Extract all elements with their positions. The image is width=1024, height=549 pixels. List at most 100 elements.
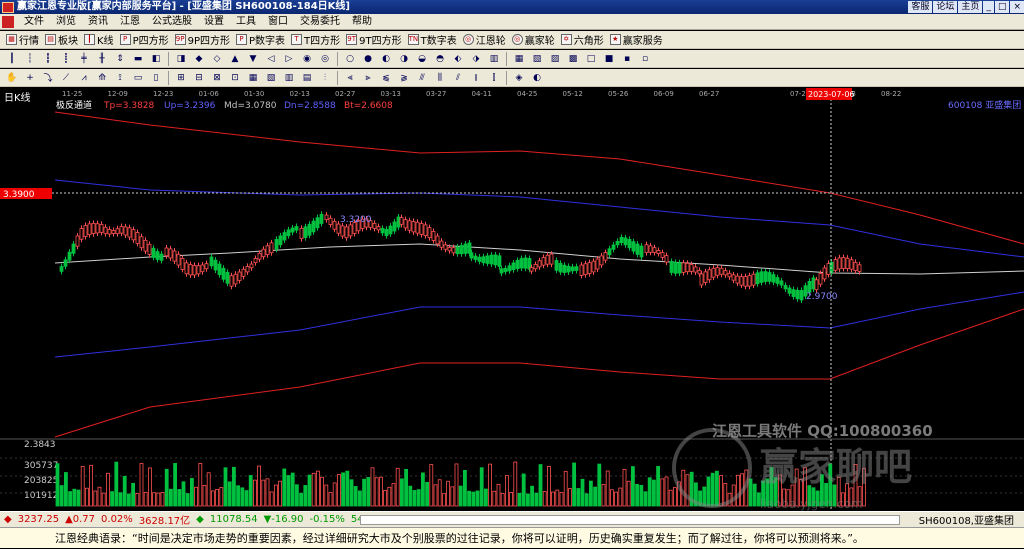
maximize-button[interactable]: □ [994,1,1010,13]
draw-tool-12-icon[interactable]: ◇ [210,52,224,66]
candle-body [180,258,185,270]
line-tool-21-icon[interactable]: ⫹ [379,71,393,85]
draw-tool-21-icon[interactable]: ◐ [379,52,393,66]
line-tool-11-icon[interactable]: ⊟ [192,71,206,85]
line-tool-20-icon[interactable]: ⫸ [361,71,375,85]
line-tool-4-icon[interactable]: ⟋ [59,71,73,85]
toolbar-p-square-button[interactable]: P P四方形 [117,32,172,48]
draw-tool-3-icon[interactable]: ┇ [41,52,55,66]
draw-tool-18-icon[interactable]: ◎ [318,52,332,66]
draw-tool-23-icon[interactable]: ◒ [415,52,429,66]
line-tool-28-icon[interactable]: ◈ [512,71,526,85]
line-tool-8-icon[interactable]: ▭ [131,71,145,85]
forum-button[interactable]: 论坛 [933,1,958,13]
line-tool-19-icon[interactable]: ⫷ [343,71,357,85]
candle-body [747,275,752,287]
draw-tool-31-icon[interactable]: ▩ [566,52,580,66]
minimize-button[interactable]: _ [983,1,994,13]
toolbar-winner-wheel-button[interactable]: ◎ 赢家轮 [509,32,558,48]
kline-chart[interactable]: 11-25 12-09 12-23 01-06 01-30 02-13 02-27 03-13… [0,87,1024,511]
line-tool-5-icon[interactable]: ⩘ [77,71,91,85]
toolbar-p-number-button[interactable]: P P数字表 [233,32,288,48]
menu-tools[interactable]: 工具 [230,14,262,30]
line-tool-26-icon[interactable]: ⫾ [469,71,483,85]
draw-tool-5-icon[interactable]: ╪ [77,52,91,66]
menu-settings[interactable]: 设置 [198,14,230,30]
line-tool-9-icon[interactable]: ▯ [149,71,163,85]
draw-tool-6-icon[interactable]: ╫ [95,52,109,66]
draw-tool-11-icon[interactable]: ◆ [192,52,206,66]
menu-info[interactable]: 资讯 [82,14,114,30]
draw-tool-10-icon[interactable]: ◨ [174,52,188,66]
toolbar-9p-square-button[interactable]: 9P 9P四方形 [172,32,233,48]
line-tool-17-icon[interactable]: ▤ [300,71,314,85]
draw-tool-16-icon[interactable]: ▷ [282,52,296,66]
draw-tool-13-icon[interactable]: ▲ [228,52,242,66]
draw-tool-29-icon[interactable]: ▧ [530,52,544,66]
line-tool-7-icon[interactable]: ⟟ [113,71,127,85]
toolbar-kline-button[interactable]: ┃ K线 [81,32,117,48]
draw-tool-22-icon[interactable]: ◑ [397,52,411,66]
line-tool-10-icon[interactable]: ⊞ [174,71,188,85]
line-tool-23-icon[interactable]: ⫻ [415,71,429,85]
draw-tool-19-icon[interactable]: ○ [343,52,357,66]
line-tool-15-icon[interactable]: ▧ [264,71,278,85]
draw-tool-27-icon[interactable]: ▥ [487,52,501,66]
draw-tool-26-icon[interactable]: ⬗ [469,52,483,66]
line-tool-18-icon[interactable]: ⫶ [318,71,332,85]
home-button[interactable]: 主页 [958,1,983,13]
line-tool-27-icon[interactable]: ⫿ [487,71,501,85]
line-tool-29-icon[interactable]: ◐ [530,71,544,85]
menu-gann[interactable]: 江恩 [114,14,146,30]
volume-bar [227,481,232,507]
line-tool-1-icon[interactable]: ✋ [5,71,19,85]
toolbar-hexagon-button[interactable]: ✡ 六角形 [558,32,607,48]
draw-tool-35-icon[interactable]: ▫ [638,52,652,66]
line-tool-14-icon[interactable]: ▦ [246,71,260,85]
draw-tool-25-icon[interactable]: ⬖ [451,52,465,66]
line-tool-13-icon[interactable]: ⊡ [228,71,242,85]
draw-tool-30-icon[interactable]: ▨ [548,52,562,66]
draw-tool-7-icon[interactable]: ⇕ [113,52,127,66]
menu-browse[interactable]: 浏览 [50,14,82,30]
draw-tool-4-icon[interactable]: ┋ [59,52,73,66]
draw-tool-24-icon[interactable]: ◓ [433,52,447,66]
line-tool-12-icon[interactable]: ⊠ [210,71,224,85]
toolbar-t-square-button[interactable]: T T四方形 [288,32,343,48]
draw-tool-32-icon[interactable]: □ [584,52,598,66]
toolbar-board-button[interactable]: ▤ 板块 [42,32,81,48]
line-tool-16-icon[interactable]: ▥ [282,71,296,85]
draw-tool-1-icon[interactable]: ┃ [5,52,19,66]
line-tool-6-icon[interactable]: ⟰ [95,71,109,85]
menu-window[interactable]: 窗口 [262,14,294,30]
line-tool-22-icon[interactable]: ⫺ [397,71,411,85]
menu-help[interactable]: 帮助 [346,14,378,30]
draw-tool-34-icon[interactable]: ▪ [620,52,634,66]
line-tool-2-icon[interactable]: + [23,71,37,85]
line-tool-24-icon[interactable]: ⫼ [433,71,447,85]
draw-tool-28-icon[interactable]: ▦ [512,52,526,66]
menu-formula[interactable]: 公式选股 [146,14,198,30]
toolbar-t-number-button[interactable]: TN T数字表 [405,32,460,48]
draw-tool-9-icon[interactable]: ◧ [149,52,163,66]
close-button[interactable]: × [1010,1,1024,13]
draw-tool-14-icon[interactable]: ▼ [246,52,260,66]
draw-tool-2-icon[interactable]: ┆ [23,52,37,66]
toolbar-quotes-button[interactable]: ▦ 行情 [3,32,42,48]
menu-trade[interactable]: 交易委托 [294,14,346,30]
draw-tool-20-icon[interactable]: ● [361,52,375,66]
draw-tool-17-icon[interactable]: ◉ [300,52,314,66]
draw-tool-15-icon[interactable]: ◁ [264,52,278,66]
draw-tool-33-icon[interactable]: ■ [602,52,616,66]
line-tool-3-icon[interactable]: ⤵ [41,71,55,85]
menu-file[interactable]: 文件 [18,14,50,30]
customer-service-button[interactable]: 客服 [908,1,933,13]
toolbar-service-button[interactable]: ★ 赢家服务 [607,32,666,48]
volume-bar [551,491,555,507]
draw-tool-8-icon[interactable]: ▬ [131,52,145,66]
candle-body [599,255,604,266]
horizontal-scrollbar[interactable] [360,515,900,525]
line-tool-25-icon[interactable]: ⫽ [451,71,465,85]
toolbar-9t-square-button[interactable]: 9T 9T四方形 [343,32,404,48]
toolbar-gann-wheel-button[interactable]: ◎ 江恩轮 [460,32,509,48]
